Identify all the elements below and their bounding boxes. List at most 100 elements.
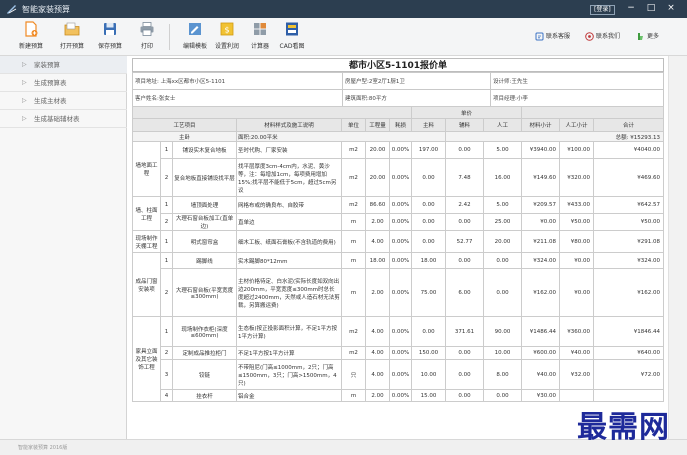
customer-service-link[interactable]: 联系客服	[535, 31, 570, 41]
print-button[interactable]: 打印	[127, 21, 167, 50]
category-cell: 现场制作天棚工程	[132, 230, 161, 253]
new-budget-button[interactable]: 新建预算	[11, 21, 51, 50]
row-number: 2	[160, 268, 173, 317]
aux-material-cell: 7.48	[445, 158, 485, 197]
loss-cell: 0.00%	[388, 252, 413, 269]
labor-subtotal-cell: ¥0.00	[559, 268, 595, 317]
open-budget-label: 打开预算	[59, 43, 84, 50]
more-link[interactable]: 更多	[636, 31, 659, 41]
material-subtotal-cell: ¥1486.44	[521, 316, 561, 347]
loss-cell: 0.00%	[388, 389, 413, 402]
unit-cell: m	[341, 230, 366, 253]
labor-subtotal-cell: ¥0.00	[559, 252, 595, 269]
labor-subtotal-cell: ¥80.00	[559, 230, 595, 253]
total-cell: ¥642.57	[593, 196, 664, 214]
edit-template-icon	[189, 23, 201, 35]
material-subtotal-cell: ¥149.60	[521, 158, 561, 197]
row-number: 3	[160, 359, 173, 390]
table-row[interactable]: 家具立面及其它装饰工程 1 现场制作衣柜(深度≤600mm) 生态板(按正投影面…	[132, 316, 664, 402]
row-number: 2	[160, 346, 173, 360]
category-cell: 家具立面及其它装饰工程	[132, 316, 161, 402]
row-number: 1	[160, 316, 173, 347]
category-cell: 成品门窗安装项	[132, 252, 161, 317]
report-area: 都市小区5-1101报价单 项目地址: 上海xx区都市小区5-1101 房屋户型…	[128, 56, 687, 439]
item-description: 主材价格待定、白水泥(实际长度如双向出边200mm，平宽宽度≤300mm时总长度…	[236, 268, 342, 317]
maximize-button[interactable]: □	[644, 3, 658, 13]
main-material-cell: 150.00	[411, 346, 447, 360]
aux-material-cell: 52.77	[445, 230, 485, 253]
header-loss: 耗损	[388, 118, 413, 132]
total-cell: ¥4040.00	[593, 141, 664, 159]
aux-material-cell: 0.00	[445, 252, 485, 269]
customer-service-label: 联系客服	[546, 33, 571, 40]
header-aux-material: 辅料	[445, 118, 485, 132]
cad-viewer-button[interactable]: CAD看图	[272, 21, 312, 50]
sidebar-item-home-budget[interactable]: ▷ 家装预算	[0, 56, 127, 74]
quantity-cell: 2.00	[365, 389, 390, 402]
table-row[interactable]: 2 大理石窗台板(平宽宽度≤300mm) 主材价格待定、白水泥(实际长度如双向出…	[133, 268, 664, 317]
customer-service-icon	[535, 32, 544, 41]
material-subtotal-cell: ¥3940.00	[521, 141, 561, 159]
labor-subtotal-cell: ¥100.00	[559, 141, 595, 159]
aux-material-cell: 371.61	[445, 316, 485, 347]
open-folder-icon	[64, 22, 80, 36]
row-number: 1	[160, 252, 173, 269]
report-sheet: 都市小区5-1101报价单 项目地址: 上海xx区都市小区5-1101 房屋户型…	[128, 56, 668, 439]
table-row[interactable]: 2 定制成品推拉柜门 不足1平方按1平方计算 m2 4.00 0.00% 150…	[133, 346, 664, 360]
main-toolbar: 新建预算 打开预算 保存预算 打印 编辑模板 $ 设置利润 计算器 CAD看图 …	[0, 18, 687, 56]
vertical-scrollbar[interactable]	[668, 56, 687, 439]
app-logo-icon	[7, 5, 17, 14]
loss-cell: 0.00%	[388, 141, 413, 159]
table-row[interactable]: 4 挂衣杆 铝合金 m 2.00 0.00% 15.00 0.00 0.00 ¥…	[133, 389, 664, 402]
profit-settings-icon: $	[220, 22, 234, 36]
header-quantity: 工程量	[365, 118, 390, 132]
sidebar-item-label: 家装预算	[34, 61, 60, 69]
table-row[interactable]: 墙、柱面工程 1 墙顶面处理 网格布或的确良布、自胶带 m2 86.60 0.0…	[132, 196, 664, 231]
close-button[interactable]: ×	[664, 3, 678, 13]
sidebar-item-generate-budget[interactable]: ▷ 生成预算表	[0, 74, 127, 92]
open-budget-button[interactable]: 打开预算	[52, 21, 92, 50]
labor-cell: 10.00	[483, 346, 523, 360]
header-labor: 人工	[483, 118, 523, 132]
table-row[interactable]: 成品门窗安装项 1 踢脚线 实木踢脚80*12mm m 18.00 0.00% …	[132, 252, 664, 317]
item-name: 复合地板直接铺设找平层	[172, 158, 237, 197]
labor-subtotal-cell	[559, 389, 595, 402]
unit-cell: m2	[341, 196, 366, 214]
sidebar-item-generate-main-material[interactable]: ▷ 生成主材表	[0, 92, 127, 110]
header-main-material: 主料	[411, 118, 447, 132]
material-subtotal-cell: ¥30.00	[521, 389, 561, 402]
loss-cell: 0.00%	[388, 268, 413, 317]
labor-subtotal-cell: ¥360.00	[559, 316, 595, 347]
item-description: 细木工板、纸面石膏板(不含轨道的费用)	[236, 230, 342, 253]
table-row[interactable]: 2 大理石窗台板加工(直单边) 直单边 m 2.00 0.00% 0.00 0.…	[133, 213, 664, 231]
row-number: 2	[160, 158, 173, 197]
sidebar-item-generate-aux-material[interactable]: ▷ 生成基础辅材表	[0, 110, 127, 128]
material-subtotal-cell: ¥0.00	[521, 213, 561, 231]
quantity-cell: 2.00	[365, 213, 390, 231]
item-description: 圣时代购、厂家安装	[236, 141, 342, 159]
main-material-cell: 0.00	[411, 316, 447, 347]
table-row[interactable]: 2 复合地板直接铺设找平层 找平层厚度3cm-4cm内，水泥、黄沙等，注：每增加…	[133, 158, 664, 197]
item-name: 定制成品推拉柜门	[172, 346, 237, 360]
loss-cell: 0.00%	[388, 316, 413, 347]
table-row[interactable]: 现场制作天棚工程 1 明式窗帘盒 细木工板、纸面石膏板(不含轨道的费用) m 4…	[132, 230, 664, 253]
header-item: 工艺项目	[132, 118, 237, 132]
unit-cell: m	[341, 268, 366, 317]
item-description: 不足1平方按1平方计算	[236, 346, 342, 360]
app-title: 智能家装预算	[22, 5, 70, 14]
minimize-button[interactable]: −	[624, 3, 638, 13]
material-subtotal-cell: ¥211.08	[521, 230, 561, 253]
loss-cell: 0.00%	[388, 158, 413, 197]
login-button[interactable]: [登录]	[590, 5, 615, 15]
header-material: 材料样式及施工说明	[236, 118, 342, 132]
labor-cell: 20.00	[483, 230, 523, 253]
table-row[interactable]: 墙地面工程 1 铺设实木复合地板 圣时代购、厂家安装 m2 20.00 0.00…	[132, 141, 664, 197]
more-icon	[638, 33, 643, 40]
labor-subtotal-cell: ¥40.00	[559, 346, 595, 360]
contact-us-link[interactable]: 联系我们	[585, 31, 620, 41]
item-name: 墙顶面处理	[172, 196, 237, 214]
watermark: 最需网	[577, 410, 670, 445]
save-budget-button[interactable]: 保存预算	[90, 21, 130, 50]
chevron-right-icon: ▷	[22, 115, 27, 122]
table-row[interactable]: 3 铰链 不带阻尼(门高≤1000mm，2只；门高≤1500mm，3只；门高>1…	[133, 359, 664, 390]
